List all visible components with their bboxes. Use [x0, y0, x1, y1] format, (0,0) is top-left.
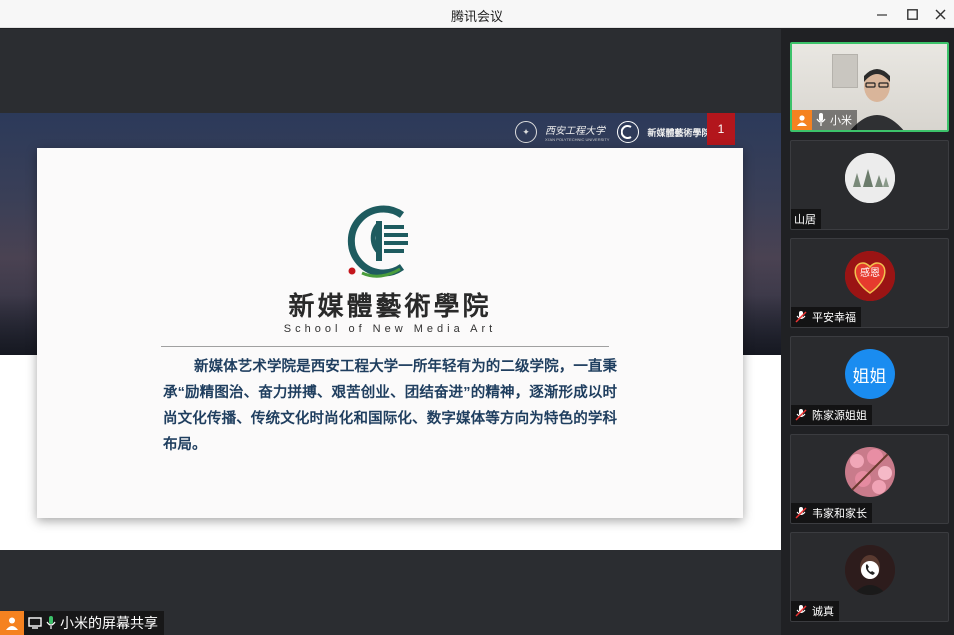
- close-icon: [935, 9, 945, 19]
- participant-tile[interactable]: 姐姐 陈家源姐姐: [790, 336, 949, 426]
- university-seal-icon: ✦: [515, 121, 537, 143]
- participant-nameplate: 小米: [792, 110, 857, 130]
- participant-name: 诚真: [812, 606, 834, 618]
- participant-nameplate: 平安幸福: [791, 307, 861, 327]
- title-bar: 腾讯会议: [0, 0, 954, 28]
- share-label-text: 小米的屏幕共享: [60, 615, 158, 631]
- participant-nameplate: 韦家和家长: [791, 503, 872, 523]
- close-button[interactable]: [929, 3, 951, 25]
- participant-name: 小米: [830, 115, 852, 127]
- university-logo: 西安工程大学 XI'AN POLYTECHNIC UNIVERSITY: [545, 122, 609, 142]
- university-logo-text: 西安工程大学: [545, 126, 605, 137]
- participant-nameplate: 诚真: [791, 601, 839, 621]
- participant-name: 韦家和家长: [812, 508, 867, 520]
- screen-share-icon: [28, 617, 42, 629]
- participant-avatar: 感恩: [844, 251, 895, 301]
- slide-card: 新媒體藝術學院 School of New Media Art 新媒体艺术学院是…: [37, 148, 743, 518]
- slide-divider: [161, 346, 609, 347]
- flowers-avatar-icon: [844, 447, 895, 497]
- maximize-icon: [906, 8, 918, 20]
- mic-muted-icon: [795, 311, 807, 323]
- school-name-cn: 新媒體藝術學院: [288, 292, 492, 322]
- avatar-text: 姐姐: [852, 366, 887, 386]
- participant-panel: 小米 山居 感恩 平安幸福 姐姐 陈家源姐姐 韦家和家长 诚真: [781, 29, 954, 635]
- school-logo-icon: [617, 121, 640, 143]
- participant-nameplate: 陈家源姐姐: [791, 405, 872, 425]
- participant-avatar: [844, 545, 895, 595]
- participant-name: 平安幸福: [812, 312, 856, 324]
- mic-muted-icon: [795, 507, 807, 519]
- minimize-icon: [877, 14, 887, 16]
- participant-tile-video[interactable]: 小米: [790, 42, 949, 132]
- window-title: 腾讯会议: [450, 9, 503, 24]
- slide-logos: ✦ 西安工程大学 XI'AN POLYTECHNIC UNIVERSITY 新媒…: [515, 121, 711, 143]
- participant-name: 陈家源姐姐: [812, 410, 867, 422]
- main-stage: ✦ 西安工程大学 XI'AN POLYTECHNIC UNIVERSITY 新媒…: [0, 29, 781, 635]
- mic-muted-icon: [795, 409, 807, 421]
- phone-icon: [844, 545, 895, 595]
- participant-tile[interactable]: 韦家和家长: [790, 434, 949, 524]
- school-name-en: School of New Media Art: [283, 323, 497, 335]
- participant-avatar: [844, 447, 895, 497]
- school-logo-text: 新媒體藝術學院: [647, 128, 711, 139]
- heart-avatar-icon: 感恩: [844, 251, 895, 301]
- screen-share-label: 小米的屏幕共享: [0, 611, 164, 635]
- minimize-button[interactable]: [871, 3, 893, 25]
- school-intro-text: 新媒体艺术学院是西安工程大学一所年轻有为的二级学院，一直秉承“励精图治、奋力拼搏…: [163, 359, 617, 453]
- share-user-avatar-icon: [0, 611, 24, 635]
- school-emblem-icon: [347, 205, 408, 278]
- participant-avatar: 姐姐: [844, 349, 895, 399]
- microphone-icon: [816, 113, 826, 126]
- maximize-button[interactable]: [901, 3, 923, 25]
- participant-tile[interactable]: 山居: [790, 140, 949, 230]
- shared-screen[interactable]: ✦ 西安工程大学 XI'AN POLYTECHNIC UNIVERSITY 新媒…: [0, 113, 781, 550]
- slide-page-number: 1: [707, 113, 735, 145]
- participant-avatar: [844, 153, 895, 203]
- participant-tile[interactable]: 感恩 平安幸福: [790, 238, 949, 328]
- participant-nameplate: 山居: [791, 209, 821, 229]
- mic-muted-icon: [795, 605, 807, 617]
- user-icon: [792, 110, 812, 130]
- microphone-icon: [46, 616, 56, 629]
- participant-tile[interactable]: 诚真: [790, 532, 949, 622]
- avatar-text: 感恩: [860, 266, 880, 279]
- trees-avatar-icon: [844, 153, 895, 203]
- participant-name: 山居: [794, 214, 816, 226]
- university-sub-text: XI'AN POLYTECHNIC UNIVERSITY: [545, 137, 610, 142]
